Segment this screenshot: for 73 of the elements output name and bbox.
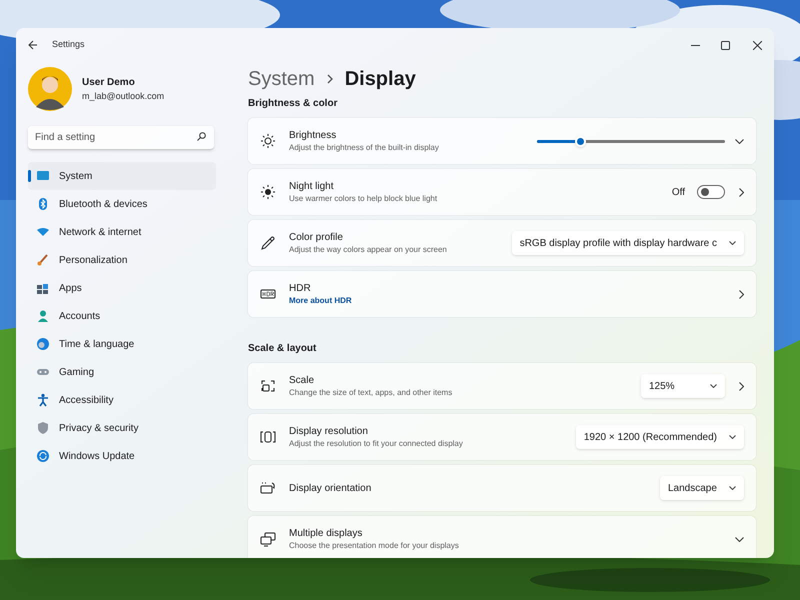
- setting-title: Color profile: [289, 231, 344, 244]
- account-email: m_lab@outlook.com: [82, 90, 164, 103]
- resolution-icon: [260, 429, 276, 445]
- dropdown[interactable]: sRGB display profile with display hardware c: [512, 231, 744, 255]
- nav-item[interactable]: Accounts: [28, 302, 216, 330]
- avatar: [28, 67, 72, 111]
- sun-icon: [260, 133, 276, 149]
- setting-description: Adjust the resolution to fit your connected display: [289, 438, 463, 449]
- page-title: Display: [344, 67, 416, 92]
- setting-description: Use warmer colors to help block blue light: [289, 193, 438, 204]
- maximize-icon: [720, 40, 730, 50]
- toggle-state: Off: [672, 186, 685, 200]
- nav-item[interactable]: Gaming: [28, 358, 216, 386]
- shield-icon: [36, 421, 50, 435]
- nav-item[interactable]: Personalization: [28, 246, 216, 274]
- bluetooth-icon: [36, 197, 50, 211]
- nav-item[interactable]: Apps: [28, 274, 216, 302]
- nav-item[interactable]: Windows Update: [28, 442, 216, 470]
- dropdown[interactable]: Landscape: [660, 476, 744, 500]
- back-arrow-icon[interactable]: [28, 40, 38, 50]
- caret-icon: [729, 435, 736, 439]
- slider-thumb[interactable]: [575, 136, 586, 146]
- chevron-right-icon[interactable]: [739, 188, 744, 196]
- caret-icon: [729, 486, 736, 490]
- wifi-icon: [36, 225, 50, 239]
- search-field[interactable]: Find a setting: [28, 126, 214, 150]
- breadcrumb-parent[interactable]: System: [248, 64, 315, 94]
- minimize-icon: [690, 44, 700, 46]
- sync-icon: [36, 449, 50, 463]
- setting-description: Change the size of text, apps, and other items: [289, 387, 452, 398]
- toggle-switch[interactable]: [697, 185, 725, 199]
- nav-item[interactable]: System: [28, 162, 216, 190]
- dropdown[interactable]: 125%: [641, 374, 725, 398]
- setting-description: Choose the presentation mode for your displays: [289, 540, 459, 551]
- person-icon: [36, 309, 50, 323]
- setting-title: Multiple displays: [289, 527, 364, 540]
- window-title: Settings: [52, 38, 85, 52]
- caret-icon: [710, 384, 717, 388]
- moon-sun-icon: [260, 184, 276, 200]
- orientation-icon: [260, 480, 276, 496]
- setting-title: HDR: [289, 282, 312, 295]
- section-heading: Brightness & color: [248, 97, 338, 111]
- setting-description: Adjust the brightness of the built-in display: [289, 142, 439, 153]
- setting-title: Brightness: [289, 129, 338, 142]
- chevron-down-icon[interactable]: [735, 138, 744, 144]
- setting-title: Night light: [289, 180, 334, 193]
- chevron-right-icon[interactable]: [739, 382, 744, 390]
- chevron-down-icon[interactable]: [735, 536, 744, 542]
- nav-item[interactable]: Accessibility: [28, 386, 216, 414]
- search-icon: [197, 132, 206, 141]
- chevron-right-icon: [326, 74, 333, 84]
- setting-description: Adjust the way colors appear on your screen: [289, 244, 447, 255]
- scale-icon: [260, 378, 276, 394]
- setting-title: Display resolution: [289, 425, 369, 438]
- nav-item[interactable]: Time & language: [28, 330, 216, 358]
- setting-title: Scale: [289, 374, 316, 387]
- account-name: User Demo: [82, 76, 136, 90]
- nav-item[interactable]: Privacy & security: [28, 414, 216, 442]
- nav-item[interactable]: Bluetooth & devices: [28, 190, 216, 218]
- close-icon: [752, 40, 762, 50]
- accessibility-icon: [36, 393, 50, 407]
- nav-item[interactable]: Network & internet: [28, 218, 216, 246]
- chevron-right-icon[interactable]: [739, 290, 744, 298]
- two-monitors-icon: [260, 531, 276, 547]
- setting-title: Display orientation: [289, 482, 372, 494]
- section-heading: Scale & layout: [248, 342, 318, 356]
- selection-indicator: [28, 170, 31, 182]
- apps-icon: [36, 281, 50, 295]
- dropdown[interactable]: 1920 × 1200 (Recommended): [576, 425, 744, 449]
- monitor-icon: [36, 169, 50, 183]
- paintbrush-icon: [36, 253, 50, 267]
- more-about-link[interactable]: More about HDR: [289, 295, 352, 306]
- caret-icon: [729, 241, 736, 245]
